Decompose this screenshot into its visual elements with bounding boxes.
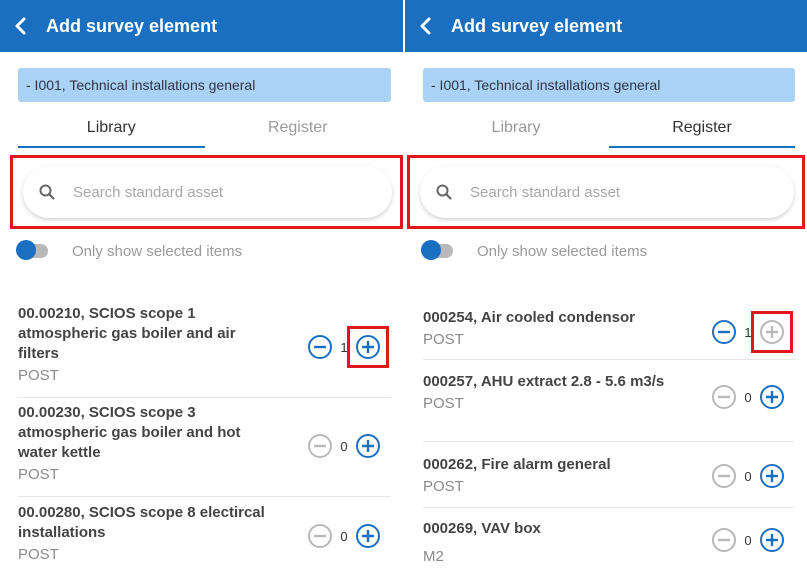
toggle-label: Only show selected items <box>477 242 648 260</box>
item-name: 000262, Fire alarm general <box>423 456 611 473</box>
toggle-row: Only show selected items <box>421 236 648 266</box>
plus-circle-icon <box>760 320 784 344</box>
item-sub: POST <box>18 466 59 483</box>
item-sub: POST <box>18 367 59 384</box>
plus-circle-icon <box>356 524 380 548</box>
search-input[interactable] <box>470 183 730 201</box>
item-count: 0 <box>340 438 348 454</box>
item-count: 1 <box>744 324 752 340</box>
item-name: 00.00230, SCIOS scope 3 atmospheric gas … <box>18 404 241 461</box>
app-header: Add survey element <box>405 0 807 52</box>
item-name: 000257, AHU extract 2.8 - 5.6 m3/s <box>423 373 665 390</box>
decrement-button[interactable] <box>711 527 737 553</box>
list-item: 000254, Air cooled condensor POST 1 <box>423 308 795 360</box>
minus-circle-icon <box>712 464 736 488</box>
item-name: 00.00210, SCIOS scope 1 atmospheric gas … <box>18 305 236 362</box>
decrement-button[interactable] <box>711 384 737 410</box>
minus-circle-icon <box>712 320 736 344</box>
plus-circle-icon <box>356 434 380 458</box>
chevron-left-icon <box>420 17 431 35</box>
app-header: Add survey element <box>0 0 403 52</box>
minus-circle-icon <box>712 385 736 409</box>
increment-button[interactable] <box>759 384 785 410</box>
plus-circle-icon <box>760 385 784 409</box>
list-item: 00.00230, SCIOS scope 3 atmospheric gas … <box>18 403 391 497</box>
quantity-stepper: 1 <box>711 311 793 353</box>
item-name: 000254, Air cooled condensor <box>423 309 636 326</box>
item-name: 00.00280, SCIOS scope 8 electircal insta… <box>18 504 265 541</box>
breadcrumb[interactable]: - I001, Technical installations general <box>423 68 795 102</box>
increment-button[interactable] <box>355 523 381 549</box>
list-item: 00.00280, SCIOS scope 8 electircal insta… <box>18 503 391 576</box>
item-count: 0 <box>744 468 752 484</box>
plus-circle-icon <box>760 528 784 552</box>
toggle-knob <box>16 240 36 260</box>
toggle-knob <box>421 240 441 260</box>
quantity-stepper: 0 <box>307 433 381 459</box>
tab-library[interactable]: Library <box>18 108 205 148</box>
item-count: 0 <box>744 532 752 548</box>
quantity-stepper: 1 <box>307 326 389 368</box>
increment-button[interactable] <box>347 326 389 368</box>
library-panel: Add survey element - I001, Technical ins… <box>0 0 403 576</box>
decrement-button[interactable] <box>711 463 737 489</box>
plus-circle-icon <box>760 464 784 488</box>
tab-register[interactable]: Register <box>205 108 392 148</box>
tab-register[interactable]: Register <box>609 108 795 148</box>
list-item: 00.00210, SCIOS scope 1 atmospheric gas … <box>18 304 391 398</box>
search-highlight-box <box>10 155 403 229</box>
item-count: 0 <box>340 528 348 544</box>
toggle-row: Only show selected items <box>16 236 243 266</box>
page-title: Add survey element <box>451 15 623 36</box>
back-button[interactable] <box>405 0 445 52</box>
only-selected-toggle[interactable] <box>421 240 453 260</box>
increment-button[interactable] <box>751 311 793 353</box>
only-selected-toggle[interactable] <box>16 240 48 260</box>
toggle-label: Only show selected items <box>72 242 243 260</box>
tab-bar: Library Register <box>18 108 391 148</box>
list-item: 000269, VAV box M2 0 <box>423 519 795 576</box>
search-input[interactable] <box>73 183 333 201</box>
register-panel: Add survey element - I001, Technical ins… <box>405 0 807 576</box>
increment-button[interactable] <box>759 463 785 489</box>
minus-circle-icon <box>308 524 332 548</box>
decrement-button[interactable] <box>711 319 737 345</box>
increment-button[interactable] <box>355 433 381 459</box>
search-box[interactable] <box>23 166 392 218</box>
tab-bar: Library Register <box>423 108 795 148</box>
search-icon <box>39 184 55 200</box>
minus-circle-icon <box>308 335 332 359</box>
minus-circle-icon <box>308 434 332 458</box>
search-box[interactable] <box>420 166 794 218</box>
search-highlight-box <box>407 155 805 229</box>
list-item: 000257, AHU extract 2.8 - 5.6 m3/s POST … <box>423 372 795 442</box>
back-button[interactable] <box>0 0 40 52</box>
chevron-left-icon <box>15 17 26 35</box>
breadcrumb[interactable]: - I001, Technical installations general <box>18 68 391 102</box>
item-count: 0 <box>744 389 752 405</box>
plus-circle-icon <box>356 335 380 359</box>
search-icon <box>436 184 452 200</box>
decrement-button[interactable] <box>307 334 333 360</box>
quantity-stepper: 0 <box>711 463 785 489</box>
tab-library[interactable]: Library <box>423 108 609 148</box>
page-title: Add survey element <box>46 15 218 36</box>
list-item: 000262, Fire alarm general POST 0 <box>423 455 795 508</box>
minus-circle-icon <box>712 528 736 552</box>
quantity-stepper: 0 <box>711 384 785 410</box>
item-count: 1 <box>340 339 348 355</box>
item-name: 000269, VAV box <box>423 520 541 537</box>
increment-button[interactable] <box>759 527 785 553</box>
decrement-button[interactable] <box>307 433 333 459</box>
decrement-button[interactable] <box>307 523 333 549</box>
quantity-stepper: 0 <box>711 527 785 553</box>
quantity-stepper: 0 <box>307 523 381 549</box>
